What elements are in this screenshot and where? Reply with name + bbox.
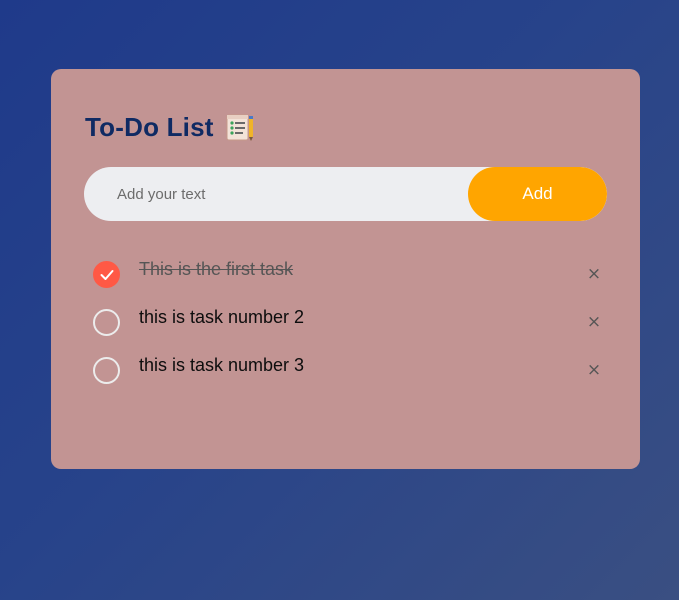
todo-card: To-Do List Add your text Add This is the… [51, 69, 640, 469]
unchecked-circle-icon[interactable] [93, 357, 120, 384]
add-button[interactable]: Add [468, 167, 607, 221]
checklist-notepad-icon [224, 111, 256, 143]
task-text: This is the first task [139, 259, 294, 279]
list-item[interactable]: this is task number 2 × [93, 305, 605, 353]
close-icon[interactable]: × [583, 263, 605, 285]
unchecked-circle-icon[interactable] [93, 309, 120, 336]
header: To-Do List [85, 111, 256, 143]
task-text: this is task number 3 [139, 355, 305, 375]
list-item[interactable]: this is task number 3 × [93, 353, 605, 401]
checked-circle-icon[interactable] [93, 261, 120, 288]
list-item[interactable]: This is the first task × [93, 257, 605, 305]
task-input-row: Add [84, 167, 607, 221]
task-input[interactable] [84, 167, 468, 221]
task-list: This is the first task × this is task nu… [93, 257, 605, 401]
page-title: To-Do List [85, 111, 214, 142]
close-icon[interactable]: × [583, 359, 605, 381]
task-text: this is task number 2 [139, 307, 305, 327]
close-icon[interactable]: × [583, 311, 605, 333]
